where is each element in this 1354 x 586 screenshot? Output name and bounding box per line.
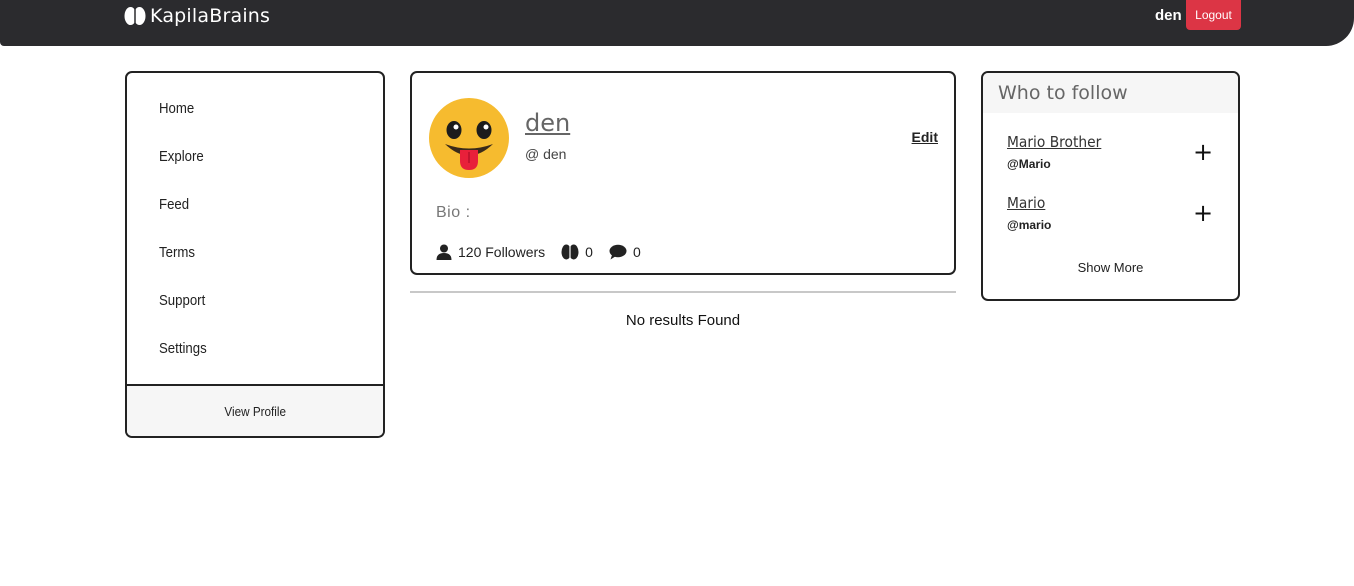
sidebar-item-feed[interactable]: Feed — [159, 196, 189, 213]
brains-stat: 0 — [561, 243, 593, 261]
follow-plus-icon[interactable]: + — [1193, 140, 1213, 164]
follow-plus-icon[interactable]: + — [1193, 201, 1213, 225]
who-to-follow-header: Who to follow — [983, 73, 1238, 113]
top-navbar: KapilaBrains den Logout — [0, 0, 1354, 46]
sidebar-item-home[interactable]: Home — [159, 100, 194, 117]
view-profile-link[interactable]: View Profile — [224, 404, 286, 419]
brain-icon — [124, 7, 146, 25]
tongue-out-emoji-icon — [429, 98, 509, 178]
logout-button[interactable]: Logout — [1186, 0, 1241, 30]
nav-username[interactable]: den — [1155, 7, 1182, 24]
brand-logo[interactable]: KapilaBrains — [124, 4, 270, 28]
profile-card: den @ den Edit Bio : 120 Followers 0 0 — [410, 71, 956, 275]
no-results-message: No results Found — [625, 312, 741, 329]
sidebar-footer: View Profile — [127, 384, 383, 436]
show-more-link[interactable]: Show More — [983, 260, 1238, 275]
follow-user-handle: @Mario — [1007, 157, 1051, 171]
comment-icon — [609, 244, 627, 260]
follow-user-name[interactable]: Mario Brother — [1007, 133, 1101, 151]
comments-count: 0 — [632, 244, 641, 260]
user-icon — [436, 244, 452, 260]
brand-name: KapilaBrains — [150, 5, 271, 27]
follow-user-handle: @mario — [1007, 218, 1052, 232]
profile-name[interactable]: den — [525, 109, 570, 137]
sidebar-nav-card: Home Explore Feed Terms Support Settings… — [125, 71, 385, 438]
brain-icon — [561, 244, 579, 260]
sidebar-item-terms[interactable]: Terms — [159, 244, 195, 261]
profile-handle: @ den — [525, 146, 567, 162]
bio-label: Bio : — [436, 204, 471, 221]
comments-stat: 0 — [609, 244, 641, 260]
sidebar-item-support[interactable]: Support — [159, 292, 205, 309]
edit-profile-link[interactable]: Edit — [912, 129, 938, 145]
followers-stat[interactable]: 120 Followers — [436, 244, 545, 260]
sidebar-item-settings[interactable]: Settings — [159, 340, 207, 357]
feed-divider — [410, 291, 956, 293]
who-to-follow-title: Who to follow — [998, 82, 1128, 104]
sidebar-item-explore[interactable]: Explore — [159, 148, 204, 165]
followers-count: 120 Followers — [458, 244, 546, 260]
who-to-follow-card: Who to follow Mario Brother @Mario + Mar… — [981, 71, 1240, 301]
profile-stats: 120 Followers 0 0 — [436, 243, 657, 261]
follow-user-name[interactable]: Mario — [1007, 194, 1045, 212]
brains-count: 0 — [585, 244, 593, 260]
